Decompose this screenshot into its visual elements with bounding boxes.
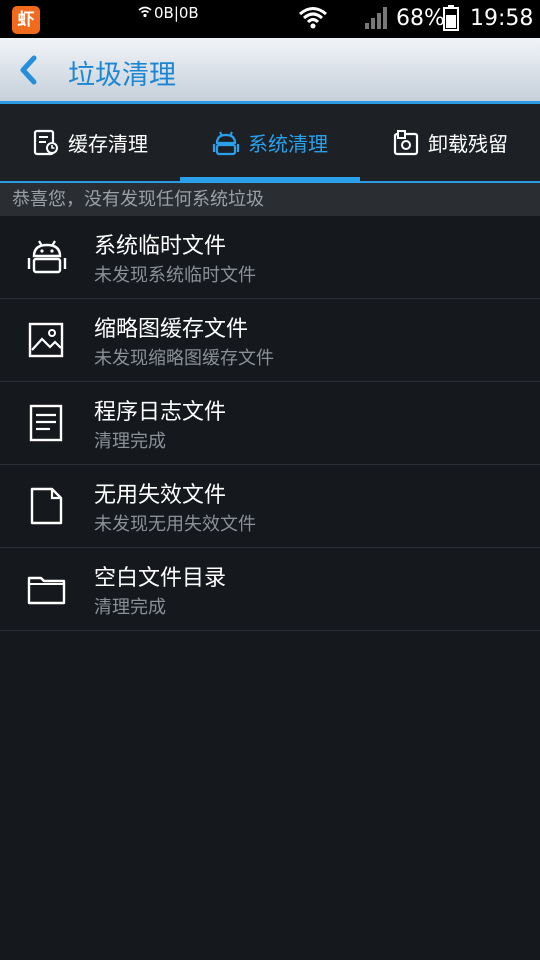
tab-label: 系统清理 bbox=[248, 132, 328, 156]
tab-uninstall-residue[interactable]: 卸载残留 bbox=[360, 104, 540, 181]
item-subtitle: 清理完成 bbox=[94, 597, 166, 618]
tab-label: 卸载残留 bbox=[428, 132, 508, 156]
folder-icon bbox=[27, 576, 66, 605]
android-icon bbox=[27, 240, 67, 274]
cache-doc-icon bbox=[33, 129, 58, 155]
clock: 19:58 bbox=[470, 6, 534, 31]
list-item-thumbnail-cache[interactable]: 缩略图缓存文件 未发现缩略图缓存文件 bbox=[0, 299, 540, 382]
status-bar: 虾 0B|0B 68% 19:58 bbox=[0, 0, 540, 38]
list-item-app-logs[interactable]: 程序日志文件 清理完成 bbox=[0, 382, 540, 465]
tab-label: 缓存清理 bbox=[68, 132, 148, 156]
tab-cache-clean[interactable]: 缓存清理 bbox=[0, 104, 180, 181]
title-bar: 垃圾清理 bbox=[0, 38, 540, 104]
wifi-icon bbox=[299, 7, 327, 29]
item-subtitle: 清理完成 bbox=[94, 431, 166, 452]
item-subtitle: 未发现系统临时文件 bbox=[94, 265, 256, 286]
net-speed-wifi-icon bbox=[138, 6, 152, 18]
item-title: 空白文件目录 bbox=[94, 566, 227, 591]
signal-icon bbox=[365, 7, 387, 29]
junk-category-list: 系统临时文件 未发现系统临时文件 缩略图缓存文件 未发现缩略图缓存文件 程序日志… bbox=[0, 216, 540, 631]
back-button[interactable] bbox=[16, 52, 48, 88]
app-notification-icon: 虾 bbox=[12, 6, 40, 34]
item-title: 程序日志文件 bbox=[94, 400, 227, 425]
list-item-invalid-files[interactable]: 无用失效文件 未发现无用失效文件 bbox=[0, 465, 540, 548]
battery-percent: 68% bbox=[396, 6, 445, 31]
image-icon bbox=[28, 322, 64, 358]
android-icon bbox=[212, 131, 240, 155]
net-speed-text: 0B|0B bbox=[154, 4, 199, 22]
item-title: 缩略图缓存文件 bbox=[94, 317, 249, 342]
list-item-empty-dirs[interactable]: 空白文件目录 清理完成 bbox=[0, 548, 540, 631]
tab-system-clean[interactable]: 系统清理 bbox=[180, 104, 360, 183]
network-speed: 0B|0B bbox=[138, 4, 199, 22]
uninstall-residue-icon bbox=[393, 129, 419, 155]
log-file-icon bbox=[29, 404, 63, 442]
item-title: 系统临时文件 bbox=[94, 234, 227, 259]
item-subtitle: 未发现缩略图缓存文件 bbox=[94, 348, 274, 369]
chevron-left-icon bbox=[20, 55, 37, 85]
item-title: 无用失效文件 bbox=[94, 483, 227, 508]
file-icon bbox=[30, 487, 63, 525]
item-subtitle: 未发现无用失效文件 bbox=[94, 514, 256, 535]
list-item-system-temp[interactable]: 系统临时文件 未发现系统临时文件 bbox=[0, 216, 540, 299]
page-title: 垃圾清理 bbox=[68, 60, 176, 91]
status-banner: 恭喜您，没有发现任何系统垃圾 bbox=[0, 183, 540, 216]
battery-icon bbox=[443, 5, 459, 31]
tab-bar: 缓存清理 系统清理 卸载残留 bbox=[0, 104, 540, 183]
